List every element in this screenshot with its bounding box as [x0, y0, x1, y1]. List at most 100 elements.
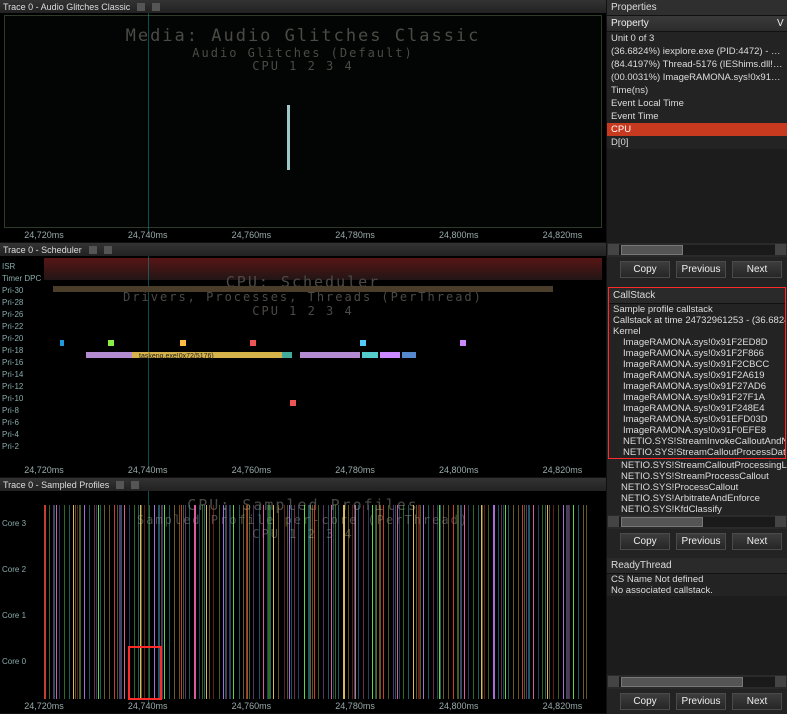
property-row[interactable]: (36.6824%) iexplore.exe (PID:4472) - 352… — [607, 45, 787, 58]
property-row[interactable]: Event Local Time — [607, 97, 787, 110]
sample-stripe — [563, 505, 564, 699]
pane-header[interactable]: Trace 0 - Sampled Profiles — [0, 478, 606, 491]
pane-audio-glitches: Trace 0 - Audio Glitches Classic Media: … — [0, 0, 606, 243]
scroll-thumb[interactable] — [621, 517, 703, 527]
callstack-line[interactable]: ImageRAMONA.sys!0x91F2ED8D — [609, 337, 785, 348]
pane-close-icon[interactable] — [152, 3, 160, 11]
sched-bar — [300, 352, 360, 358]
callstack-line[interactable]: ImageRAMONA.sys!0x91F0EFE8 — [609, 425, 785, 436]
tick: 24,760ms — [232, 230, 272, 241]
callstack-line[interactable]: ImageRAMONA.sys!0x91F248E4 — [609, 403, 785, 414]
sample-stripe — [488, 505, 489, 699]
sample-stripe — [121, 505, 122, 699]
scroll-left-icon[interactable] — [608, 676, 619, 687]
sample-stripe — [586, 505, 587, 699]
callstack-line[interactable]: NETIO.SYS!ProcessCallout — [607, 482, 787, 493]
previous-button[interactable]: Previous — [676, 533, 726, 550]
pane-body[interactable]: CPU: Sampled Profiles Sampled Profile pe… — [0, 491, 606, 713]
sample-stripe — [164, 505, 165, 699]
sample-stripe — [206, 505, 207, 699]
pane-header[interactable]: Trace 0 - Scheduler — [0, 243, 606, 256]
pane-header[interactable]: Trace 0 - Audio Glitches Classic — [0, 0, 606, 13]
pane-window-icon[interactable] — [137, 3, 145, 11]
copy-button[interactable]: Copy — [620, 533, 670, 550]
callstack-line[interactable]: NETIO.SYS!KfdClassify — [607, 504, 787, 515]
sample-stripe — [420, 505, 421, 699]
scroll-left-icon[interactable] — [608, 516, 619, 527]
property-row[interactable]: CPU — [607, 123, 787, 136]
sched-bar — [380, 352, 400, 358]
property-row[interactable]: Time(ns) — [607, 84, 787, 97]
next-button[interactable]: Next — [732, 693, 782, 710]
callstack-line[interactable]: NETIO.SYS!StreamCalloutProcessingLoop — [607, 460, 787, 471]
callstack-line[interactable]: ImageRAMONA.sys!0x91F2CBCC — [609, 359, 785, 370]
sample-stripe — [478, 505, 479, 699]
pane-sampled-profiles: Trace 0 - Sampled Profiles CPU: Sampled … — [0, 478, 606, 714]
scroll-right-icon[interactable] — [775, 676, 786, 687]
pane-close-icon[interactable] — [131, 481, 139, 489]
sample-stripe — [522, 505, 523, 699]
readythread-line: CS Name Not defined — [607, 574, 787, 585]
sample-stripe — [259, 505, 260, 699]
scroll-left-icon[interactable] — [608, 244, 619, 255]
pane-body[interactable]: CPU: Scheduler Drivers, Processes, Threa… — [0, 256, 606, 477]
callstack-line[interactable]: ImageRAMONA.sys!0x91F27F1A — [609, 392, 785, 403]
callstack-line[interactable]: ImageRAMONA.sys!0x91F2F866 — [609, 348, 785, 359]
sample-stripe — [528, 505, 530, 699]
property-row[interactable]: D[0] — [607, 136, 787, 149]
copy-button[interactable]: Copy — [620, 693, 670, 710]
sample-stripe — [397, 505, 398, 699]
property-row[interactable]: Event Time — [607, 110, 787, 123]
sample-stripe — [323, 505, 324, 699]
wm-line3: CPU 1 2 3 4 — [0, 305, 606, 319]
callstack-line[interactable]: Callstack at time 24732961253 - (36.6824… — [609, 315, 785, 326]
copy-button[interactable]: Copy — [620, 261, 670, 278]
previous-button[interactable]: Previous — [676, 261, 726, 278]
sched-row-label: Pri-26 — [2, 310, 23, 319]
callstack-line[interactable]: NETIO.SYS!StreamCalloutProcessData — [609, 447, 785, 458]
callstack-line[interactable]: ImageRAMONA.sys!0x91F27AD6 — [609, 381, 785, 392]
sample-stripe — [109, 505, 110, 699]
callstack-line[interactable]: NETIO.SYS!StreamProcessCallout — [607, 471, 787, 482]
sched-row-label: Pri-2 — [2, 442, 19, 451]
next-button[interactable]: Next — [732, 533, 782, 550]
profile-lane-label: Core 1 — [2, 611, 26, 620]
property-row[interactable]: (84.4197%) Thread-5176 (IEShims.dll!0x72… — [607, 58, 787, 71]
sample-stripe — [335, 505, 336, 699]
callstack-line[interactable]: NETIO.SYS!ArbitrateAndEnforce — [607, 493, 787, 504]
property-row[interactable]: (00.0031%) ImageRAMONA.sys!0x91F2ED8D — [607, 71, 787, 84]
scroll-thumb[interactable] — [621, 677, 743, 687]
properties-columns[interactable]: Property V — [607, 16, 787, 32]
sample-stripe — [498, 505, 499, 699]
tick: 24,800ms — [439, 701, 479, 712]
scroll-right-icon[interactable] — [775, 244, 786, 255]
sample-stripe — [318, 505, 319, 699]
previous-button[interactable]: Previous — [676, 693, 726, 710]
audio-spike — [287, 105, 290, 170]
callstack-line[interactable]: ImageRAMONA.sys!0x91F2A619 — [609, 370, 785, 381]
sample-stripe — [542, 505, 543, 699]
sample-stripe — [518, 505, 519, 699]
next-button[interactable]: Next — [732, 261, 782, 278]
scroll-thumb[interactable] — [621, 245, 683, 255]
watermark: CPU: Scheduler Drivers, Processes, Threa… — [0, 274, 606, 319]
property-row[interactable]: Unit 0 of 3 — [607, 32, 787, 45]
pane-body[interactable]: Media: Audio Glitches Classic Audio Glit… — [0, 13, 606, 242]
h-scrollbar[interactable] — [607, 675, 787, 689]
callstack-line[interactable]: NETIO.SYS!StreamInvokeCalloutAndNormaliz… — [609, 436, 785, 447]
sample-stripe — [453, 505, 454, 699]
tick: 24,820ms — [543, 701, 583, 712]
pane-close-icon[interactable] — [104, 246, 112, 254]
callstack-line[interactable]: Kernel — [609, 326, 785, 337]
sample-stripe — [383, 505, 384, 699]
tick: 24,740ms — [128, 701, 168, 712]
callstack-line[interactable]: ImageRAMONA.sys!0x91EFD03D — [609, 414, 785, 425]
pane-window-icon[interactable] — [116, 481, 124, 489]
callstack-line[interactable]: Sample profile callstack — [609, 304, 785, 315]
sched-bar — [250, 340, 256, 346]
h-scrollbar[interactable] — [607, 243, 787, 257]
scroll-right-icon[interactable] — [775, 516, 786, 527]
sched-row-label: Pri-12 — [2, 382, 23, 391]
h-scrollbar[interactable] — [607, 515, 787, 529]
pane-window-icon[interactable] — [89, 246, 97, 254]
